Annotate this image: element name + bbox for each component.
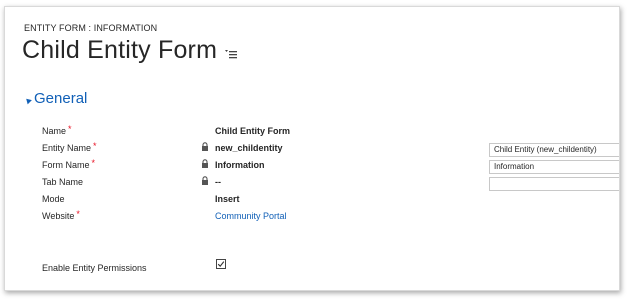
form-name-value: Information (215, 160, 265, 170)
required-marker: * (76, 209, 80, 219)
website-label: Website * (42, 209, 80, 221)
website-label-text: Website (42, 211, 75, 221)
name-value[interactable]: Child Entity Form (215, 126, 290, 136)
entity-name-label-text: Entity Name (42, 143, 92, 153)
lock-icon (202, 142, 208, 151)
form-name-label: Form Name * (42, 158, 96, 170)
form-name-label-text: Form Name (42, 160, 90, 170)
entity-form-window: ENTITY FORM : INFORMATION Child Entity F… (4, 6, 620, 291)
name-label: Name * (42, 124, 72, 136)
required-marker: * (68, 124, 72, 134)
lock-icon (202, 176, 208, 185)
tab-name-label-text: Tab Name (42, 177, 84, 187)
tab-name-value: -- (215, 177, 221, 187)
required-marker: * (93, 141, 97, 151)
enable-permissions-checkbox[interactable] (216, 259, 226, 269)
mode-value[interactable]: Insert (215, 194, 240, 204)
enable-permissions-label: Enable Entity Permissions (42, 263, 147, 273)
entity-name-label: Entity Name * (42, 141, 97, 153)
entity-name-value: new_childentity (215, 143, 283, 153)
form-name-select[interactable]: Information (489, 160, 619, 174)
breadcrumb: ENTITY FORM : INFORMATION (24, 23, 158, 33)
title-row: Child Entity Form (22, 35, 238, 65)
entity-name-select[interactable]: Child Entity (new_childentity) (489, 143, 619, 157)
mode-label-text: Mode (42, 194, 65, 204)
tab-name-label: Tab Name (42, 177, 83, 187)
section-title: General (34, 90, 88, 107)
enable-permissions-label-text: Enable Entity Permissions (42, 263, 147, 273)
form-menu-icon[interactable] (225, 48, 238, 60)
section-header-general[interactable]: General (24, 90, 88, 108)
name-label-text: Name (42, 126, 67, 136)
page-title: Child Entity Form (22, 36, 218, 64)
lock-icon (202, 159, 208, 168)
website-link[interactable]: Community Portal (215, 211, 287, 221)
mode-label: Mode (42, 194, 65, 204)
checkmark-icon (217, 261, 225, 268)
tab-name-select[interactable] (489, 177, 619, 191)
collapse-arrow-icon (24, 96, 32, 104)
required-marker: * (91, 158, 96, 168)
